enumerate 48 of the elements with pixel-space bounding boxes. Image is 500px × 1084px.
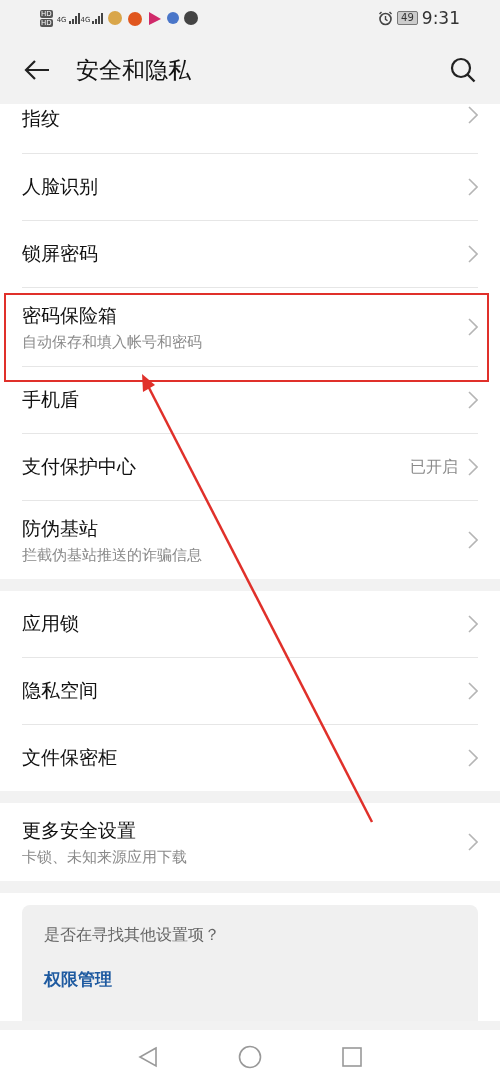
row-title: 隐私空间 xyxy=(22,678,98,703)
settings-row[interactable]: 隐私空间 xyxy=(22,658,478,725)
row-title: 指纹 xyxy=(22,106,60,131)
settings-row[interactable]: 指纹 xyxy=(22,104,478,154)
chevron-icon xyxy=(468,531,478,549)
page-title: 安全和隐私 xyxy=(76,55,192,85)
row-subtitle: 拦截伪基站推送的诈骗信息 xyxy=(22,545,202,565)
settings-row[interactable]: 文件保密柜 xyxy=(22,725,478,791)
chevron-icon xyxy=(468,749,478,767)
recents-icon[interactable] xyxy=(342,1047,362,1067)
status-value: 已开启 xyxy=(410,456,458,478)
back-arrow-icon[interactable] xyxy=(24,59,50,81)
chevron-icon xyxy=(468,615,478,633)
settings-row[interactable]: 防伪基站 拦截伪基站推送的诈骗信息 xyxy=(22,501,478,579)
row-subtitle: 卡锁、未知来源应用下载 xyxy=(22,847,187,867)
settings-row[interactable]: 人脸识别 xyxy=(22,154,478,221)
battery-level: 49 xyxy=(397,11,418,25)
settings-row[interactable]: 应用锁 xyxy=(22,591,478,658)
alarm-icon xyxy=(378,10,394,26)
row-title: 人脸识别 xyxy=(22,174,98,199)
row-title: 更多安全设置 xyxy=(22,817,136,843)
clock-time: 9:31 xyxy=(421,8,460,28)
row-title: 防伪基站 xyxy=(22,515,98,541)
row-title: 手机盾 xyxy=(22,387,79,412)
back-icon[interactable] xyxy=(138,1046,158,1068)
chevron-icon xyxy=(468,245,478,263)
row-subtitle: 自动保存和填入帐号和密码 xyxy=(22,332,202,352)
row-title: 文件保密柜 xyxy=(22,745,117,770)
settings-link[interactable]: 权限管理 xyxy=(44,968,112,991)
search-icon[interactable] xyxy=(450,57,476,83)
settings-row[interactable]: 锁屏密码 xyxy=(22,221,478,288)
row-title: 支付保护中心 xyxy=(22,454,136,479)
signal-icon xyxy=(67,12,80,24)
chevron-icon xyxy=(468,106,478,124)
row-title: 密码保险箱 xyxy=(22,302,117,328)
row-title: 锁屏密码 xyxy=(22,241,98,266)
chevron-icon xyxy=(468,833,478,851)
chevron-icon xyxy=(468,391,478,409)
settings-row[interactable]: 密码保险箱 自动保存和填入帐号和密码 xyxy=(22,288,478,367)
suggestion-question: 是否在寻找其他设置项？ xyxy=(44,925,221,946)
chevron-icon xyxy=(468,458,478,476)
home-icon[interactable] xyxy=(238,1045,262,1069)
settings-row[interactable]: 支付保护中心 已开启 xyxy=(22,434,478,501)
row-title: 应用锁 xyxy=(22,611,79,636)
chevron-icon xyxy=(468,682,478,700)
chevron-icon xyxy=(468,178,478,196)
chevron-icon xyxy=(468,318,478,336)
signal-icon xyxy=(91,12,104,24)
